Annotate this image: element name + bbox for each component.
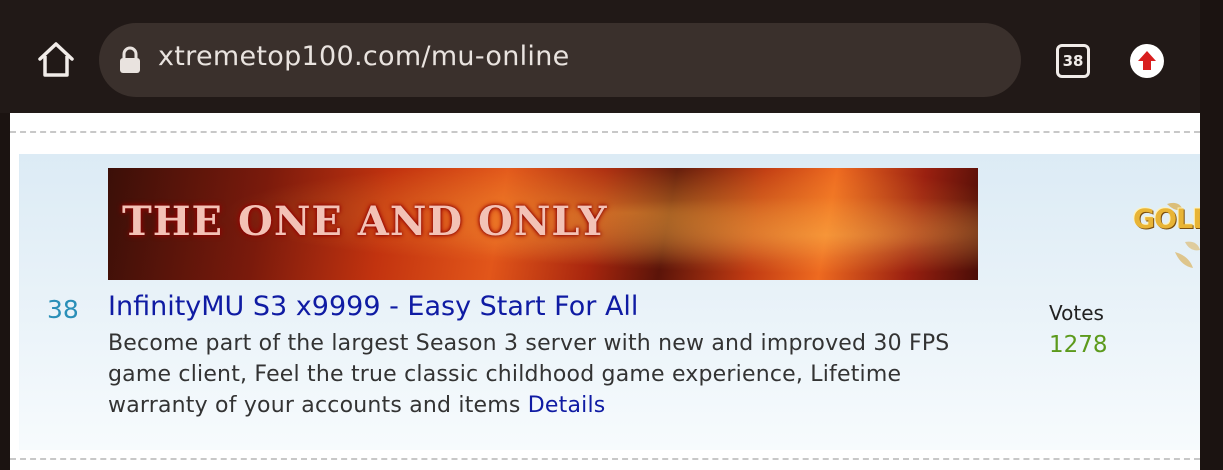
server-title-link[interactable]: InfinityMU S3 x9999 - Easy Start For All	[108, 291, 638, 322]
votes-count: 1278	[1049, 332, 1108, 358]
page-content: THE ONE AND ONLY 38 InfinityMU S3 x9999 …	[10, 113, 1200, 470]
edge-strip	[0, 113, 10, 470]
votes-label: Votes	[1049, 301, 1104, 325]
tab-count: 38	[1062, 52, 1084, 70]
address-bar[interactable]: xtremetop100.com/mu-online	[99, 23, 1021, 97]
banner-text: THE ONE AND ONLY	[122, 198, 608, 245]
upload-arrow-icon	[1138, 51, 1156, 70]
tabs-button[interactable]: 38	[1056, 44, 1090, 78]
upload-button[interactable]	[1130, 44, 1164, 78]
badge-text: GOLD	[1133, 204, 1200, 235]
divider	[10, 131, 1200, 133]
lock-icon	[120, 46, 140, 73]
home-button[interactable]	[36, 40, 76, 80]
home-icon	[38, 42, 74, 77]
browser-toolbar: xtremetop100.com/mu-online 38	[0, 0, 1200, 113]
server-description: Become part of the largest Season 3 serv…	[108, 328, 1008, 421]
url-text: xtremetop100.com/mu-online	[158, 41, 570, 72]
gold-badge: GOLD	[1127, 198, 1200, 280]
server-listing: THE ONE AND ONLY 38 InfinityMU S3 x9999 …	[19, 154, 1200, 450]
details-link[interactable]: Details	[528, 393, 606, 418]
server-banner[interactable]: THE ONE AND ONLY	[108, 168, 978, 280]
rank-number: 38	[47, 295, 79, 324]
edge-strip	[1200, 0, 1223, 470]
divider	[10, 458, 1200, 460]
